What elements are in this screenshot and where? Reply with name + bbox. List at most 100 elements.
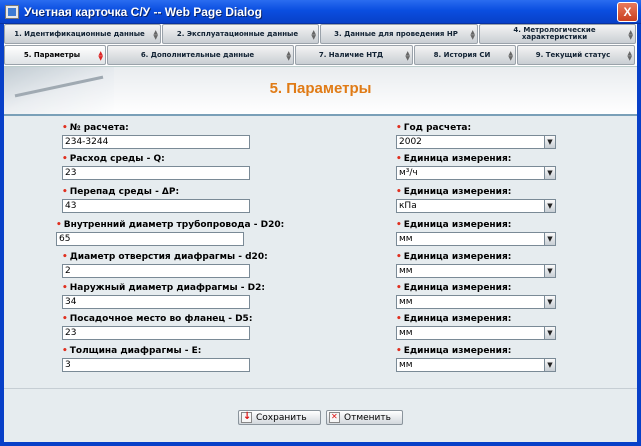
label-text: Единица измерения: — [403, 154, 512, 164]
tab-row-1: 1. Идентификационные данные ▲ ▼ 2. Эксплу… — [4, 24, 637, 45]
field-thickness: • Толщина диафрагмы - E: 3 — [62, 345, 282, 372]
label-text: Толщина диафрагмы - E: — [69, 346, 202, 356]
required-mark: • — [396, 154, 402, 164]
pressure-drop-input[interactable]: 43 — [62, 199, 250, 213]
tab-sort-icon: ▲ ▼ — [628, 29, 633, 41]
form-content: • № расчета: 234-3244 • Расход среды - Q: … — [4, 116, 637, 388]
chevron-down-icon[interactable]: ▼ — [544, 135, 556, 149]
outer-diameter-unit-select[interactable]: мм ▼ — [396, 295, 556, 309]
flange-seat-input[interactable]: 23 — [62, 326, 250, 340]
field-flange-seat-unit: • Единица измерения: мм ▼ — [396, 313, 566, 340]
window-title: Учетная карточка С/У -- Web Page Dialog — [24, 4, 262, 19]
label-text: Диаметр отверстия диафрагмы - d20: — [69, 252, 268, 262]
field-label: • Год расчета: — [396, 122, 566, 134]
select-value: м³/ч — [396, 166, 544, 180]
field-label: • Посадочное место во фланец - D5: — [62, 313, 282, 325]
close-button[interactable]: X — [617, 2, 638, 22]
required-mark: • — [396, 220, 402, 230]
required-mark: • — [396, 314, 402, 324]
cancel-button[interactable]: Отменить — [326, 410, 403, 425]
chevron-down-icon[interactable]: ▼ — [544, 199, 556, 213]
required-mark: • — [62, 187, 68, 197]
calc-number-input[interactable]: 234-3244 — [62, 135, 250, 149]
tab-label: 4. Метрологические характеристики — [513, 26, 596, 41]
orifice-unit-select[interactable]: мм ▼ — [396, 264, 556, 278]
tab-current-status[interactable]: 9. Текущий статус ▲ ▼ — [517, 45, 635, 65]
save-icon — [241, 411, 252, 423]
calc-year-select[interactable]: 2002 ▼ — [396, 135, 556, 149]
field-label: • Единица измерения: — [396, 282, 566, 294]
save-button-label: Сохранить — [256, 412, 307, 423]
tab-nr-data[interactable]: 3. Данные для проведения НР ▲ ▼ — [320, 24, 478, 44]
field-label: • Единица измерения: — [396, 345, 566, 357]
required-mark: • — [56, 220, 62, 230]
tab-identification[interactable]: 1. Идентификационные данные ▲ ▼ — [4, 24, 161, 44]
tab-ntd[interactable]: 7. Наличие НТД ▲ ▼ — [295, 45, 413, 65]
field-pressure-drop: • Перепад среды - ΔP: 43 — [62, 186, 262, 213]
field-calc-year: • Год расчета: 2002 ▼ — [396, 122, 566, 149]
label-text: № расчета: — [69, 123, 129, 133]
chevron-down-icon[interactable]: ▼ — [544, 166, 556, 180]
chevron-down-icon[interactable]: ▼ — [544, 358, 556, 372]
field-label: • Перепад среды - ΔP: — [62, 186, 262, 198]
thickness-input[interactable]: 3 — [62, 358, 250, 372]
field-orifice-diameter: • Диаметр отверстия диафрагмы - d20: 2 — [62, 251, 282, 278]
required-mark: • — [62, 314, 68, 324]
tab-label: 7. Наличие НТД — [318, 50, 384, 59]
pipe-diameter-unit-select[interactable]: мм ▼ — [396, 232, 556, 246]
chevron-down-icon[interactable]: ▼ — [544, 295, 556, 309]
tab-label: 1. Идентификационные данные — [14, 29, 145, 38]
tab-label: 8. История СИ — [433, 50, 491, 59]
field-label: • Расход среды - Q: — [62, 153, 262, 165]
required-mark: • — [396, 346, 402, 356]
pipe-diameter-input[interactable]: 65 — [56, 232, 244, 246]
save-button[interactable]: Сохранить — [238, 410, 321, 425]
page-title: 5. Параметры — [269, 80, 372, 97]
required-mark: • — [62, 123, 68, 133]
label-text: Внутренний диаметр трубопровода - D20: — [63, 220, 285, 230]
label-text: Единица измерения: — [403, 283, 512, 293]
field-label: • Единица измерения: — [396, 313, 566, 325]
flange-seat-unit-select[interactable]: мм ▼ — [396, 326, 556, 340]
tab-label: 5. Параметры — [23, 50, 81, 59]
tab-additional[interactable]: 6. Дополнительные данные ▲ ▼ — [107, 45, 294, 65]
tab-sort-icon: ▲ ▼ — [153, 29, 158, 41]
field-thickness-unit: • Единица измерения: мм ▼ — [396, 345, 566, 372]
field-label: • Наружный диаметр диафрагмы - D2: — [62, 282, 282, 294]
tab-history[interactable]: 8. История СИ ▲ ▼ — [414, 45, 516, 65]
chevron-down-icon[interactable]: ▼ — [544, 326, 556, 340]
field-pressure-unit: • Единица измерения: кПа ▼ — [396, 186, 566, 213]
select-value: кПа — [396, 199, 544, 213]
tab-label: 9. Текущий статус — [535, 50, 611, 59]
cancel-button-label: Отменить — [344, 412, 391, 423]
label-text: Единица измерения: — [403, 187, 512, 197]
field-label: • Единица измерения: — [396, 251, 566, 263]
flow-unit-select[interactable]: м³/ч ▼ — [396, 166, 556, 180]
tab-sort-icon: ▲ ▼ — [470, 29, 475, 41]
tab-sort-icon: ▲ ▼ — [508, 50, 513, 62]
field-outer-diameter: • Наружный диаметр диафрагмы - D2: 34 — [62, 282, 282, 309]
select-value: мм — [396, 232, 544, 246]
thickness-unit-select[interactable]: мм ▼ — [396, 358, 556, 372]
outer-diameter-input[interactable]: 34 — [62, 295, 250, 309]
label-text: Расход среды - Q: — [69, 154, 165, 164]
tab-sort-icon: ▲ ▼ — [286, 50, 291, 62]
field-label: • Диаметр отверстия диафрагмы - d20: — [62, 251, 282, 263]
flow-rate-input[interactable]: 23 — [62, 166, 250, 180]
tab-operational[interactable]: 2. Эксплуатационные данные ▲ ▼ — [162, 24, 319, 44]
pressure-unit-select[interactable]: кПа ▼ — [396, 199, 556, 213]
tab-sort-icon: ▲ ▼ — [627, 50, 632, 62]
label-text: Год расчета: — [403, 123, 472, 133]
field-flow-unit: • Единица измерения: м³/ч ▼ — [396, 153, 566, 180]
tab-parameters[interactable]: 5. Параметры ▲ ▼ — [4, 45, 106, 65]
field-outer-diameter-unit: • Единица измерения: мм ▼ — [396, 282, 566, 309]
tab-metrology[interactable]: 4. Метрологические характеристики ▲ ▼ — [479, 24, 636, 44]
orifice-diameter-input[interactable]: 2 — [62, 264, 250, 278]
required-mark: • — [396, 123, 402, 133]
label-text: Перепад среды - ΔP: — [69, 187, 180, 197]
chevron-down-icon[interactable]: ▼ — [544, 264, 556, 278]
field-label: • Единица измерения: — [396, 153, 566, 165]
chevron-down-icon[interactable]: ▼ — [544, 232, 556, 246]
required-mark: • — [62, 346, 68, 356]
tab-sort-icon: ▲ ▼ — [98, 50, 103, 62]
